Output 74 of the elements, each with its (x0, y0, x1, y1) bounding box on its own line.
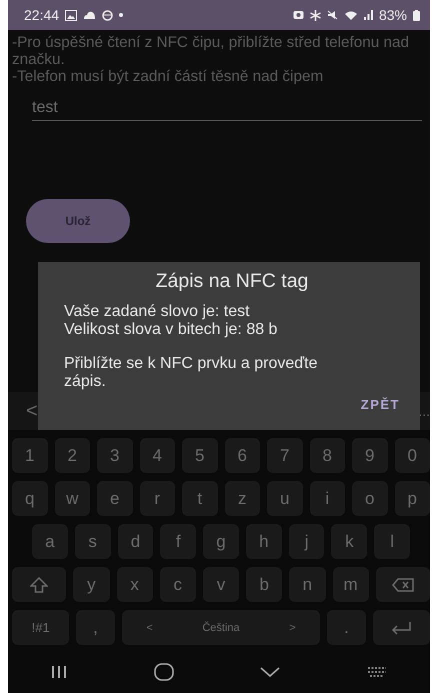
battery-percent: 83% (378, 7, 407, 23)
dialog-title: Zápis na NFC tag (154, 270, 310, 293)
image-icon (65, 10, 78, 20)
wifi-icon (344, 10, 358, 20)
dialog-text: Vaše zadané slovo je: test (64, 303, 251, 321)
keyboard-key[interactable]: q (12, 481, 48, 516)
language-label: Čeština (202, 622, 240, 634)
keyboard-key[interactable]: t (182, 481, 218, 516)
keyboard-key[interactable]: c (160, 567, 196, 602)
keyboard-icon[interactable] (366, 666, 387, 678)
backspace-icon (392, 578, 414, 592)
chevron-down-icon[interactable] (260, 666, 280, 676)
language-next-arrow[interactable]: > (289, 622, 296, 634)
keyboard-key[interactable]: s (74, 524, 111, 559)
keyboard-key[interactable]: 2 (54, 438, 90, 473)
symbols-key[interactable]: !#1 (12, 610, 70, 645)
keyboard-key[interactable]: 6 (224, 438, 260, 473)
keyboard-key[interactable]: 9 (352, 438, 388, 473)
return-arrow-icon (390, 620, 412, 634)
dialog-text: Velikost slova v bitech je: 88 b (64, 321, 278, 339)
keyboard-key[interactable]: v (202, 567, 240, 602)
keyboard-key[interactable]: , (76, 610, 115, 645)
dot-icon (119, 13, 124, 17)
keyboard-key[interactable]: 7 (267, 438, 302, 473)
keyboard-key[interactable]: o (352, 481, 388, 516)
alarm-icon (292, 10, 304, 20)
keyboard-key[interactable]: 3 (97, 438, 132, 473)
shift-key[interactable] (12, 567, 66, 602)
toolbar-back-arrow[interactable]: < (26, 400, 38, 422)
keyboard-key[interactable]: b (246, 567, 282, 602)
keyboard-key[interactable]: 0 (394, 438, 430, 473)
keyboard-key[interactable]: m (332, 567, 369, 602)
status-time: 22:44 (24, 7, 60, 23)
dialog-message: Přiblížte se k NFC prvku a proveďte zápis. (64, 355, 318, 391)
signal-icon (364, 10, 373, 20)
mute-icon (326, 10, 338, 20)
recent-apps-icon[interactable] (51, 664, 68, 678)
home-icon[interactable] (154, 662, 174, 680)
keyboard-key[interactable]: w (54, 481, 90, 516)
language-prev-arrow[interactable]: < (146, 622, 153, 634)
keyboard-key[interactable]: u (267, 481, 302, 516)
keyboard-key[interactable]: e (97, 481, 132, 516)
space-key[interactable]: < Čeština > (122, 610, 320, 645)
keyboard-key[interactable]: k (331, 524, 368, 559)
keyboard-key[interactable]: a (32, 524, 68, 559)
instruction-text: -Pro úspěšné čtení z NFC čipu, přiblížte střed telefonu nad značku. (12, 34, 410, 68)
keyboard-key[interactable]: g (203, 524, 239, 559)
keyboard-key[interactable]: i (310, 481, 345, 516)
keyboard-key[interactable]: y (73, 567, 110, 602)
shift-arrow-icon (30, 576, 48, 592)
keyboard-key[interactable]: 4 (140, 438, 175, 473)
circle-icon (102, 10, 114, 20)
keyboard-key[interactable]: z (224, 481, 260, 516)
asterisk-icon (310, 10, 321, 20)
word-input-field[interactable]: test (32, 97, 422, 121)
keyboard-key[interactable]: p (394, 481, 430, 516)
battery-icon (413, 10, 420, 20)
keyboard-key[interactable]: h (246, 524, 282, 559)
keyboard-key[interactable]: d (118, 524, 154, 559)
instruction-text: -Telefon musí být zadní částí těsně nad čipem (12, 68, 324, 85)
keyboard-key[interactable]: 5 (182, 438, 218, 473)
keyboard-key[interactable]: 1 (12, 438, 48, 473)
keyboard-key[interactable]: l (374, 524, 410, 559)
back-button[interactable]: ZPĚT (360, 393, 400, 416)
keyboard-key[interactable]: x (116, 567, 153, 602)
keyboard-key[interactable]: . (327, 610, 366, 645)
keyboard-key[interactable]: n (289, 567, 326, 602)
keyboard-key[interactable]: f (160, 524, 196, 559)
backspace-key[interactable] (376, 567, 430, 602)
keyboard-key[interactable]: r (140, 481, 175, 516)
keyboard-key[interactable]: j (288, 524, 324, 559)
save-button[interactable]: Ulož (26, 199, 130, 243)
keyboard-key[interactable]: 8 (310, 438, 345, 473)
cloud-icon (83, 10, 96, 20)
